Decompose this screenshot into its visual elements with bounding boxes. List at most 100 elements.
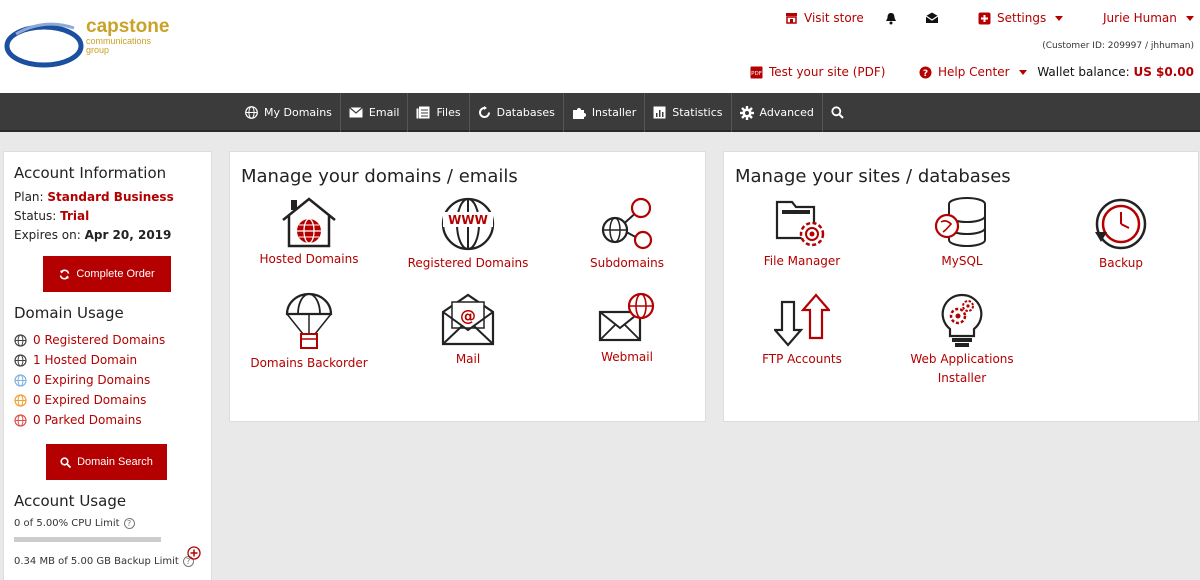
globe-icon: [14, 393, 27, 407]
user-name[interactable]: Jurie Human: [1103, 11, 1177, 25]
registered-domains-tile[interactable]: WWW Registered Domains: [398, 196, 538, 273]
mail-tile[interactable]: @ Mail: [398, 292, 538, 369]
sites-panel-title: Manage your sites / databases: [735, 166, 1011, 187]
domain-usage-label[interactable]: 0 Parked Domains: [33, 413, 142, 427]
subdomain-nodes-icon: [601, 197, 653, 250]
store-icon: [785, 12, 798, 24]
domain-usage-expiring[interactable]: 0 Expiring Domains: [14, 370, 201, 390]
domain-search-button[interactable]: Domain Search: [46, 444, 167, 480]
webmail-icon: [598, 292, 655, 342]
backup-usage: 0.34 MB of 5.00 GB Backup Limit ?: [14, 556, 201, 567]
domain-usage-label[interactable]: 0 Expiring Domains: [33, 373, 150, 387]
nav-advanced[interactable]: Advanced: [732, 93, 823, 132]
subdomains-tile[interactable]: Subdomains: [557, 196, 697, 273]
globe-icon: [245, 106, 258, 119]
mysql-tile[interactable]: MySQL: [892, 196, 1032, 271]
header: capstone communications group Visit stor…: [0, 0, 1200, 93]
plan-line: Plan: Standard Business: [14, 190, 174, 204]
svg-text:PDF: PDF: [751, 71, 762, 77]
domain-usage-label[interactable]: 0 Registered Domains: [33, 333, 165, 347]
domain-usage-parked[interactable]: 0 Parked Domains: [14, 410, 201, 430]
nav-label: Statistics: [672, 106, 723, 119]
hosted-domains-tile[interactable]: Hosted Domains: [239, 196, 379, 269]
chevron-down-icon: [1018, 69, 1027, 75]
nav-label: Files: [436, 106, 461, 119]
domain-usage-expired[interactable]: 0 Expired Domains: [14, 390, 201, 410]
domain-usage-label[interactable]: 0 Expired Domains: [33, 393, 146, 407]
help-center-menu[interactable]: ? Help Center: [919, 65, 1027, 79]
domain-usage-registered[interactable]: 0 Registered Domains: [14, 330, 201, 350]
domains-backorder-tile[interactable]: Domains Backorder: [239, 292, 379, 373]
cpu-usage-bar: [14, 537, 161, 542]
nav-statistics[interactable]: Statistics: [645, 93, 732, 132]
account-sidebar: Account Information Plan: Standard Busin…: [3, 151, 212, 580]
user-menu[interactable]: Jurie Human: [1103, 11, 1194, 25]
nav-installer[interactable]: Installer: [564, 93, 646, 132]
mail-icon[interactable]: [925, 12, 939, 24]
tile-label: Registered Domains: [407, 256, 529, 270]
logo-text: capstone: [86, 16, 170, 37]
test-site-link[interactable]: PDF Test your site (PDF): [750, 65, 885, 79]
nav-label: Databases: [496, 106, 555, 119]
wallet-value: US $0.00: [1133, 65, 1194, 79]
bar-chart-icon: [653, 106, 666, 119]
nav-search[interactable]: [823, 93, 852, 132]
logo-swoosh-icon: [4, 22, 84, 68]
tile-label: Web Applications Installer: [910, 352, 1014, 385]
tile-label: Domains Backorder: [250, 356, 368, 370]
tile-label: Mail: [455, 352, 481, 366]
web-applications-installer-tile[interactable]: Web Applications Installer: [892, 292, 1032, 388]
plan-value: Standard Business: [47, 190, 174, 204]
nav-files[interactable]: Files: [408, 93, 470, 132]
lightbulb-gears-icon: [941, 293, 983, 347]
folder-gear-icon: [775, 200, 825, 247]
nav-my-domains[interactable]: My Domains: [237, 93, 341, 132]
wallet-balance: Wallet balance: US $0.00: [1037, 65, 1194, 79]
settings-icon: [978, 12, 991, 25]
complete-order-button[interactable]: Complete Order: [43, 256, 171, 292]
tile-label: FTP Accounts: [762, 352, 842, 366]
chevron-down-icon: [1185, 15, 1194, 21]
sites-panel: Manage your sites / databases File Manag…: [723, 151, 1199, 422]
database-icon: [934, 197, 986, 247]
nav-email[interactable]: Email: [341, 93, 409, 132]
house-globe-icon: [282, 197, 336, 248]
nav-label: Advanced: [759, 106, 814, 119]
tile-label: Backup: [1099, 256, 1143, 270]
webmail-tile[interactable]: Webmail: [557, 292, 697, 367]
gear-icon: [739, 105, 754, 120]
expires-value: Apr 20, 2019: [84, 228, 172, 242]
domain-usage-hosted[interactable]: 1 Hosted Domain: [14, 350, 201, 370]
backup-tile[interactable]: Backup: [1051, 196, 1191, 273]
settings-label[interactable]: Settings: [997, 11, 1046, 25]
help-icon: ?: [919, 66, 932, 79]
nav-label: My Domains: [264, 106, 332, 119]
parachute-icon: [285, 292, 333, 349]
logo[interactable]: capstone communications group: [4, 16, 174, 76]
www-globe-icon: WWW: [441, 197, 495, 251]
test-site-label[interactable]: Test your site (PDF): [769, 65, 885, 79]
chevron-down-icon: [1055, 15, 1064, 21]
domain-usage-label[interactable]: 1 Hosted Domain: [33, 353, 137, 367]
add-icon[interactable]: [187, 546, 201, 563]
visit-store-link[interactable]: Visit store: [785, 11, 864, 25]
domains-panel: Manage your domains / emails Hosted Doma…: [229, 151, 706, 422]
ftp-accounts-tile[interactable]: FTP Accounts: [732, 292, 872, 369]
file-manager-tile[interactable]: File Manager: [732, 196, 872, 271]
puzzle-icon: [572, 107, 586, 119]
domain-usage-title: Domain Usage: [14, 304, 124, 322]
nav-label: Email: [368, 106, 400, 119]
refresh-icon: [478, 106, 490, 118]
nav-databases[interactable]: Databases: [470, 93, 564, 132]
help-icon[interactable]: ?: [123, 518, 135, 529]
bell-icon[interactable]: [885, 12, 897, 25]
files-icon: [416, 106, 430, 119]
tile-label: Webmail: [601, 350, 653, 364]
pdf-icon: PDF: [750, 66, 763, 79]
complete-order-label: Complete Order: [76, 268, 155, 280]
settings-menu[interactable]: Settings: [978, 11, 1064, 25]
status-value: Trial: [60, 209, 90, 223]
svg-text:?: ?: [923, 69, 928, 79]
help-center-label[interactable]: Help Center: [938, 65, 1010, 79]
visit-store-label[interactable]: Visit store: [804, 11, 864, 25]
